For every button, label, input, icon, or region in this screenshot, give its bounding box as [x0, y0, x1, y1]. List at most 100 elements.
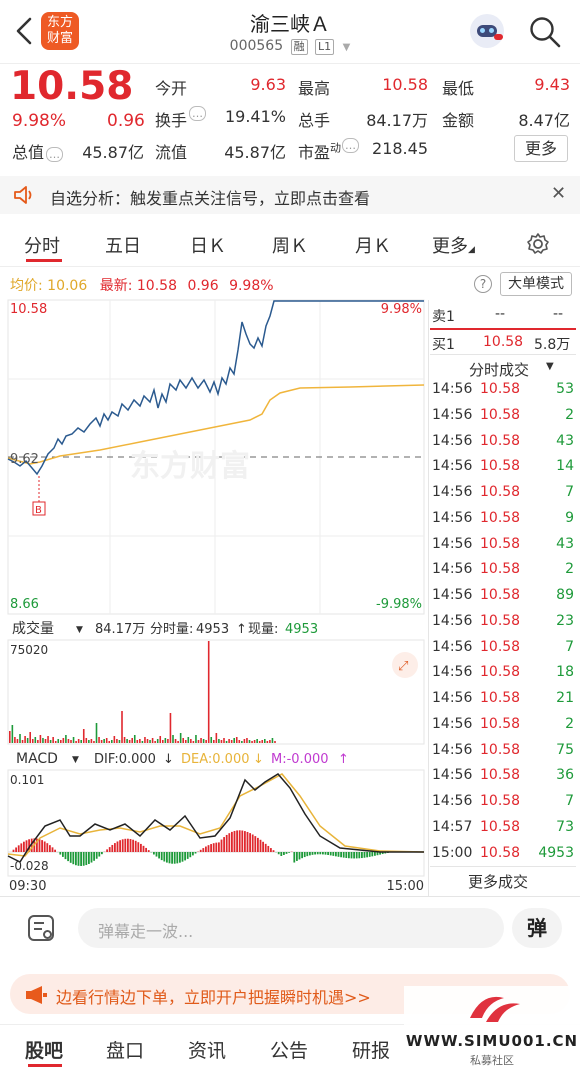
macd-bar	[355, 852, 358, 859]
trade-time: 14:56	[432, 767, 473, 784]
volume-bar	[230, 740, 233, 743]
volume-bar	[151, 738, 154, 743]
watermark-sub: 私募社区	[470, 1054, 514, 1067]
bottom-tab-guba[interactable]: 股吧	[25, 1036, 63, 1063]
time-end: 15:00	[387, 879, 424, 894]
tab-intraday[interactable]: 分时	[24, 232, 60, 258]
trade-time: 14:56	[432, 793, 473, 809]
volume-now: 4953	[285, 622, 318, 637]
trade-time: 14:56	[432, 587, 473, 603]
tab-weekly-k[interactable]: 周Ｋ	[272, 232, 308, 258]
y-axis-bottom: 8.66	[10, 597, 39, 612]
volume-bar	[184, 740, 187, 743]
search-icon[interactable]	[528, 15, 562, 49]
macd-bar	[324, 852, 327, 855]
volume-bar	[156, 739, 159, 743]
level-tag: L1	[315, 39, 335, 55]
help-icon[interactable]: ?	[474, 275, 492, 293]
volume-bar	[253, 740, 256, 743]
tab-more[interactable]: 更多◢	[432, 232, 475, 258]
volume-bar	[144, 737, 146, 743]
intraday-chart[interactable]: 东方财富 10.58 9.62 8.66 9.98% -9.98% B 成交量 …	[0, 296, 430, 896]
trade-time: 14:57	[432, 818, 473, 835]
macd-bar	[257, 837, 259, 852]
trade-price: 10.58	[480, 767, 521, 784]
macd-bar	[340, 852, 342, 858]
bottom-tab-news[interactable]: 资讯	[188, 1036, 226, 1063]
volume-bar	[187, 737, 190, 743]
big-order-mode-button[interactable]: 大单模式	[500, 272, 572, 296]
volume-bar	[49, 740, 52, 743]
bottom-tab-announcement[interactable]: 公告	[270, 1036, 308, 1063]
more-trades-link[interactable]: 更多成交	[468, 871, 528, 892]
notice-bar[interactable]: 自选分析：触发重点关注信号，立即点击查看 ✕	[0, 176, 580, 214]
macd-bar	[166, 852, 168, 863]
macd-bar	[337, 852, 340, 857]
macd-bar	[345, 852, 348, 858]
macd-bar	[88, 852, 90, 864]
macd-bar	[202, 848, 205, 852]
volume-period: 4953	[196, 622, 229, 637]
trade-time: 14:56	[432, 535, 473, 552]
trade-volume: 7	[565, 638, 574, 655]
macd-bar	[43, 841, 46, 852]
volume-bar	[34, 737, 37, 743]
danmu-toggle-button[interactable]: 弹	[512, 908, 562, 948]
macd-y-top: 0.101	[10, 773, 44, 787]
tab-monthly-k[interactable]: 月Ｋ	[355, 232, 391, 258]
volume-bar	[54, 741, 57, 743]
volume-period-label: 分时量:	[150, 622, 193, 637]
macd-bar	[314, 852, 316, 855]
macd-bar	[194, 852, 197, 854]
comment-icon[interactable]	[28, 915, 54, 941]
macd-bar	[233, 830, 236, 852]
trade-volume: 75	[556, 741, 574, 758]
y-axis-mid: 9.62	[10, 452, 39, 467]
danmu-input[interactable]: 弹幕走一波...	[78, 908, 504, 948]
volume-bar	[116, 739, 118, 743]
tab-five-day[interactable]: 五日	[105, 232, 141, 258]
volume-bar	[77, 739, 80, 743]
volume-bar	[19, 734, 21, 743]
info-icon[interactable]: …	[46, 147, 64, 162]
trade-time: 14:56	[432, 458, 473, 475]
trades-dropdown-icon[interactable]: ▼	[546, 361, 554, 372]
close-icon[interactable]: ✕	[551, 183, 566, 204]
macd-bar	[49, 845, 51, 852]
trade-row: 14:56 10.58 21	[432, 686, 576, 712]
mktcap-label: 总值…	[12, 139, 64, 163]
expand-icon[interactable]: ⤢	[398, 659, 408, 674]
tab-daily-k[interactable]: 日Ｋ	[190, 232, 226, 258]
macd-bar	[67, 852, 69, 862]
macd-bar	[207, 845, 210, 852]
volume-bar	[261, 740, 264, 743]
volume-dropdown-icon[interactable]: ▼	[76, 625, 83, 635]
volume-bar	[213, 740, 215, 743]
trade-row: 14:56 10.58 23	[432, 609, 576, 635]
volume-label[interactable]: 成交量	[12, 620, 54, 637]
macd-bar	[46, 843, 49, 852]
macd-dropdown-icon[interactable]: ▼	[72, 755, 79, 765]
info-icon[interactable]: …	[189, 106, 207, 121]
trade-time: 14:56	[432, 484, 473, 500]
robot-assistant-icon[interactable]	[470, 14, 504, 48]
macd-bar	[158, 852, 160, 859]
volume-bar	[85, 738, 88, 743]
bottom-tab-research[interactable]: 研报	[352, 1036, 390, 1063]
macd-label[interactable]: MACD	[16, 751, 58, 767]
trade-time: 14:56	[432, 612, 473, 629]
trade-volume: 36	[556, 767, 574, 784]
bottom-tab-underline	[28, 1064, 62, 1067]
macd-bar	[298, 852, 301, 860]
volume-bar	[167, 739, 169, 743]
trade-time: 14:56	[432, 381, 473, 397]
settings-gear-icon[interactable]	[526, 232, 550, 256]
dropdown-icon[interactable]: ▼	[343, 42, 351, 53]
info-icon[interactable]: …	[342, 138, 360, 153]
trade-time: 15:00	[432, 844, 473, 861]
more-quote-button[interactable]: 更多	[514, 135, 568, 162]
macd-bar	[179, 852, 181, 863]
bottom-tab-pankou[interactable]: 盘口	[106, 1036, 144, 1063]
promo-text: 边看行情边下单，立即开户把握瞬时机遇>>	[56, 988, 371, 1007]
watermark-site: WWW.SIMU001.CN	[405, 1032, 579, 1050]
